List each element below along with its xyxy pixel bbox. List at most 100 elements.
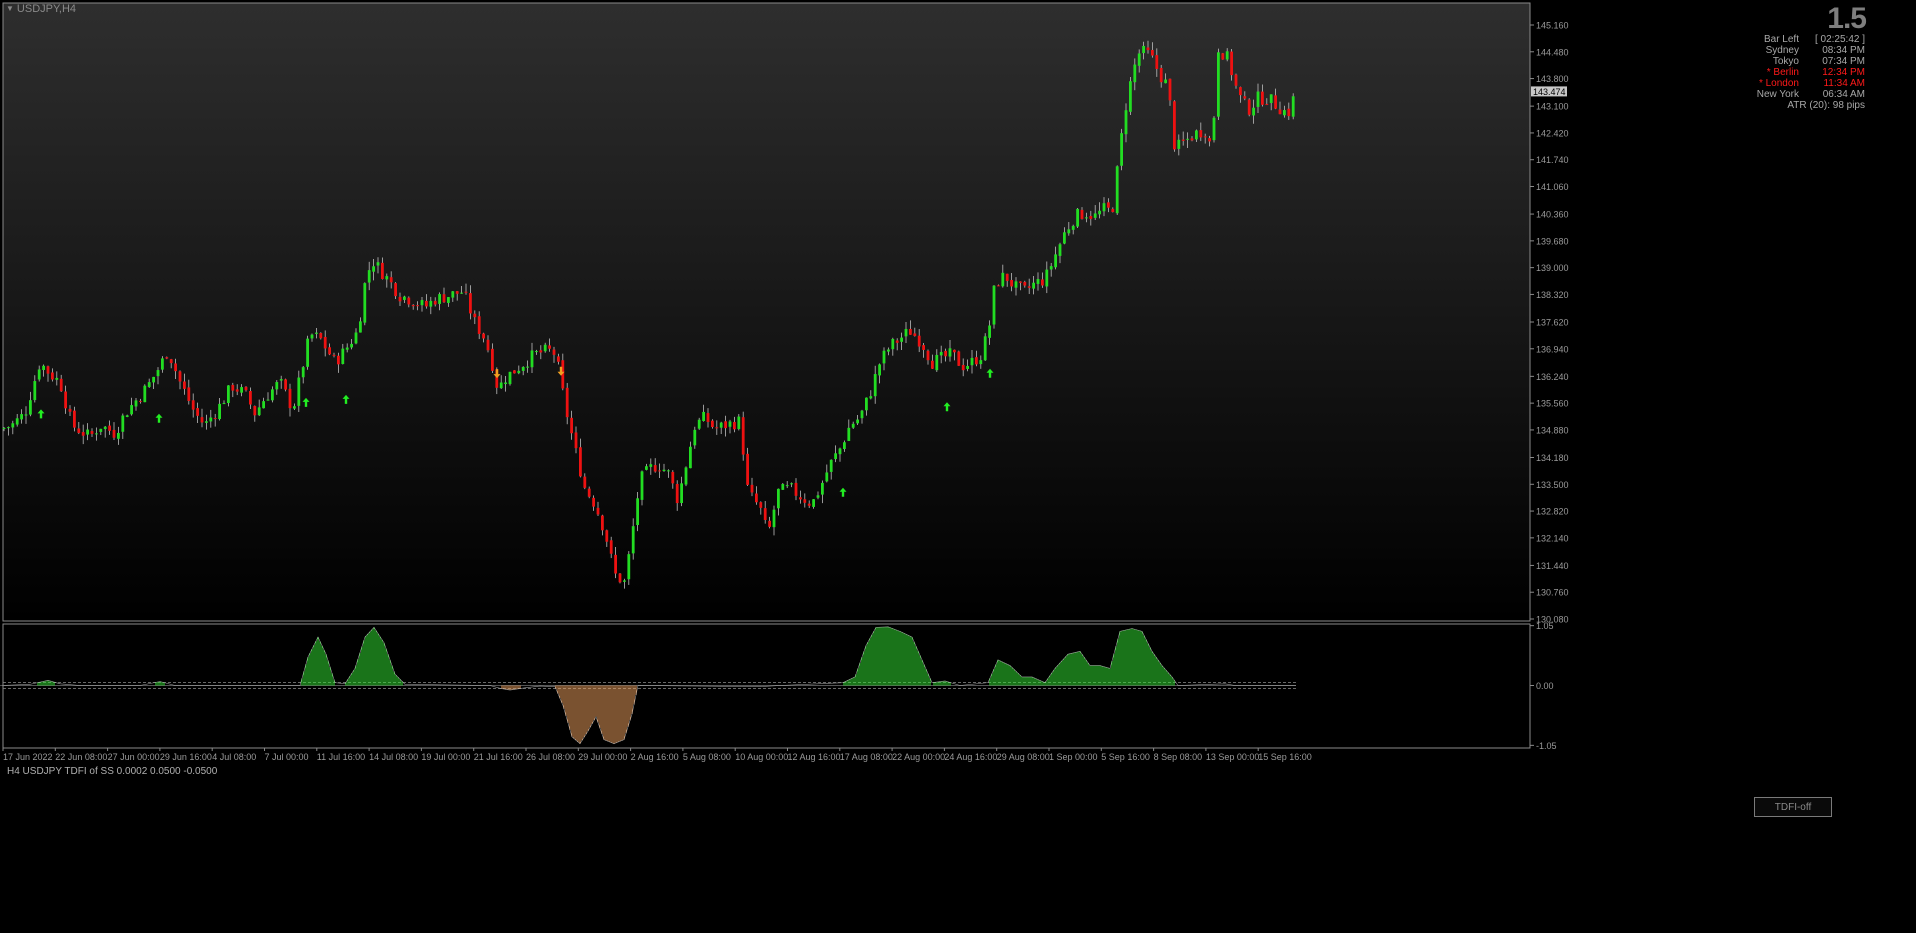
- candle-up: [966, 365, 969, 369]
- candle-down: [482, 333, 485, 339]
- candle-down: [73, 410, 76, 428]
- candle-down: [169, 359, 173, 364]
- candle-down: [675, 483, 679, 504]
- candle-down: [1155, 55, 1159, 69]
- price-axis-label: 142.420: [1536, 128, 1569, 138]
- candle-down: [486, 339, 490, 351]
- candle-up: [504, 382, 507, 385]
- candle-up: [521, 366, 525, 371]
- candle-up: [262, 401, 265, 409]
- candle-up: [526, 366, 529, 368]
- dropdown-triangle-icon[interactable]: ▼: [6, 4, 14, 13]
- candle-down: [755, 493, 758, 503]
- candle-down: [1146, 47, 1150, 51]
- candle-down: [557, 356, 560, 362]
- candle-down: [381, 262, 384, 279]
- candle-down: [759, 502, 763, 508]
- candle-down: [68, 408, 72, 412]
- candle-down: [1230, 51, 1233, 76]
- candle-down: [1041, 279, 1044, 286]
- candle-up: [420, 300, 424, 306]
- time-axis-label: 7 Jul 00:00: [265, 752, 309, 762]
- candle-down: [178, 371, 182, 382]
- candle-down: [997, 285, 1000, 287]
- candle-up: [359, 321, 362, 333]
- chart-window-title[interactable]: ▼ USDJPY,H4: [6, 3, 76, 15]
- candle-up: [218, 403, 221, 420]
- candle-up: [451, 291, 455, 298]
- candle-up: [15, 418, 19, 425]
- candle-up: [1014, 281, 1018, 288]
- candle-down: [614, 554, 617, 574]
- candle-up: [143, 385, 147, 403]
- candle-down: [601, 515, 604, 531]
- candle-down: [957, 351, 961, 366]
- candle-down: [244, 386, 248, 391]
- candle-down: [1173, 101, 1176, 150]
- candle-down: [592, 497, 595, 507]
- candle-up: [363, 283, 367, 323]
- candle-up: [301, 367, 305, 378]
- candle-up: [1283, 110, 1286, 116]
- candle-up: [662, 469, 666, 471]
- candle-down: [191, 400, 195, 410]
- candle-up: [878, 364, 881, 376]
- price-axis-label: 145.160: [1536, 21, 1569, 31]
- candle-up: [865, 397, 868, 411]
- candle-down: [1261, 91, 1264, 105]
- candle-down: [715, 427, 719, 429]
- price-axis-label: 135.560: [1536, 399, 1569, 409]
- candle-down: [587, 488, 591, 497]
- time-axis-label: 24 Aug 16:00: [944, 752, 997, 762]
- candle-down: [1243, 96, 1247, 99]
- info-row-new-york: New York 06:34 AM: [1737, 89, 1865, 100]
- candle-down: [733, 421, 736, 430]
- candle-up: [161, 358, 164, 370]
- candle-down: [799, 497, 802, 500]
- candle-down: [711, 420, 714, 428]
- candle-up: [152, 376, 155, 383]
- candle-up: [1102, 203, 1106, 212]
- candle-up: [702, 411, 705, 422]
- candle-down: [658, 470, 661, 472]
- tdfi-toggle-button[interactable]: TDFI-off: [1754, 797, 1832, 817]
- candle-up: [667, 470, 670, 472]
- time-axis-label: 29 Jun 16:00: [160, 752, 212, 762]
- price-axis-label: 130.760: [1536, 588, 1569, 598]
- time-axis-label: 26 Jul 08:00: [526, 752, 575, 762]
- candle-up: [1036, 279, 1040, 284]
- candle-up: [20, 414, 23, 420]
- candle-up: [1049, 266, 1053, 270]
- info-value: 07:34 PM: [1822, 56, 1865, 67]
- candle-down: [1199, 130, 1203, 138]
- candle-up: [1195, 130, 1198, 140]
- candle-up: [948, 348, 952, 357]
- candle-up: [517, 370, 521, 374]
- candle-down: [231, 384, 235, 391]
- candle-up: [689, 446, 692, 469]
- time-axis-label: 13 Sep 00:00: [1206, 752, 1260, 762]
- candle-up: [777, 488, 780, 509]
- candle-up: [86, 429, 89, 435]
- candle-down: [183, 381, 186, 389]
- candle-up: [367, 270, 371, 283]
- current-price-label: 143.474: [1533, 87, 1566, 97]
- candle-down: [574, 432, 578, 449]
- candle-up: [130, 405, 133, 415]
- candle-up: [1085, 217, 1088, 219]
- candle-up: [970, 357, 974, 366]
- candle-up: [992, 285, 996, 325]
- candle-up: [376, 262, 380, 266]
- chart-canvas[interactable]: 145.160 144.480 143.800 143.100 142.420 141.7…: [0, 0, 1916, 933]
- info-label: * Berlin: [1766, 67, 1799, 78]
- candle-down: [741, 417, 745, 455]
- candle-down: [411, 304, 415, 307]
- candle-up: [543, 344, 547, 352]
- candle-up: [205, 421, 208, 423]
- candle-up: [438, 294, 441, 304]
- info-label: * London: [1758, 78, 1799, 89]
- candle-down: [917, 335, 921, 347]
- candle-up: [935, 354, 939, 371]
- time-axis-label: 5 Aug 08:00: [683, 752, 731, 762]
- candle-down: [944, 350, 947, 357]
